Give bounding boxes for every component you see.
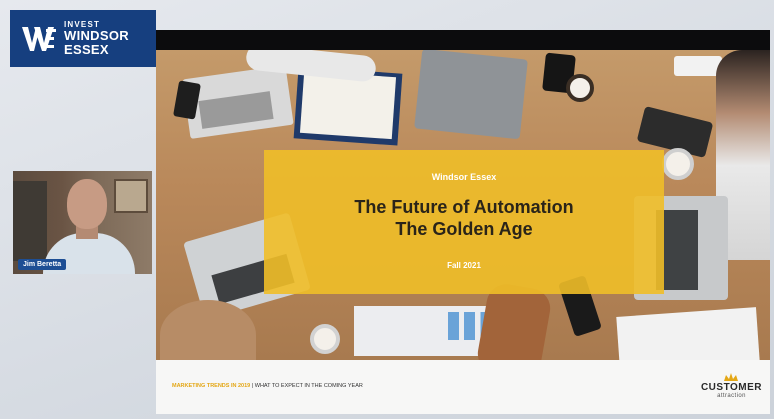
coffee-cup-right [662, 148, 694, 180]
video-bookshelf [13, 181, 47, 261]
footer-logo-sub: attraction [717, 393, 746, 399]
slide-brand: Windsor Essex [431, 172, 497, 182]
presenter-name-tag: Jim Beretta [18, 259, 67, 270]
document-bottom-right [616, 307, 760, 360]
notebook-page [299, 70, 397, 140]
slide-footer: MARKETING TRENDS IN 2019 | WHAT TO EXPEC… [156, 360, 770, 414]
presenter-head [67, 179, 107, 229]
slide-background-photo: Windsor Essex The Future of Automation T… [156, 50, 770, 360]
logo-line-windsor: WINDSOR [64, 28, 129, 44]
coffee-cup-bottom [310, 324, 340, 354]
footer-caption: MARKETING TRENDS IN 2019 | WHAT TO EXPEC… [172, 383, 363, 389]
slide-title-line-1: The Future of Automation [354, 197, 574, 217]
footer-highlight: MARKETING TRENDS IN 2019 [172, 383, 251, 389]
slide-title-line-2: The Golden Age [395, 219, 533, 239]
coffee-cup-top [566, 74, 594, 102]
crown-icon [724, 373, 739, 381]
video-wall-frame [114, 179, 148, 213]
logo-line-essex: ESSEX [64, 41, 109, 57]
we-logo-icon [22, 26, 56, 51]
customer-attraction-logo: CUSTOMER attraction [701, 372, 762, 399]
phone-white [674, 56, 722, 76]
title-overlay: Windsor Essex The Future of Automation T… [264, 150, 664, 294]
laptop-top-center [414, 50, 528, 140]
logo-text: INVEST WINDSOR ESSEX [64, 20, 129, 57]
invest-windsor-essex-logo: INVEST WINDSOR ESSEX [10, 10, 156, 67]
presenter-video-tile[interactable]: Jim Beretta [13, 171, 152, 274]
footer-logo-main: CUSTOMER [700, 382, 762, 393]
shared-screen[interactable]: Windsor Essex The Future of Automation T… [156, 30, 770, 414]
presentation-slide: Windsor Essex The Future of Automation T… [156, 50, 770, 414]
slide-title: The Future of Automation The Golden Age [354, 196, 573, 240]
slide-date: Fall 2021 [447, 261, 481, 270]
footer-rest: WHAT TO EXPECT IN THE COMING YEAR [254, 383, 363, 389]
